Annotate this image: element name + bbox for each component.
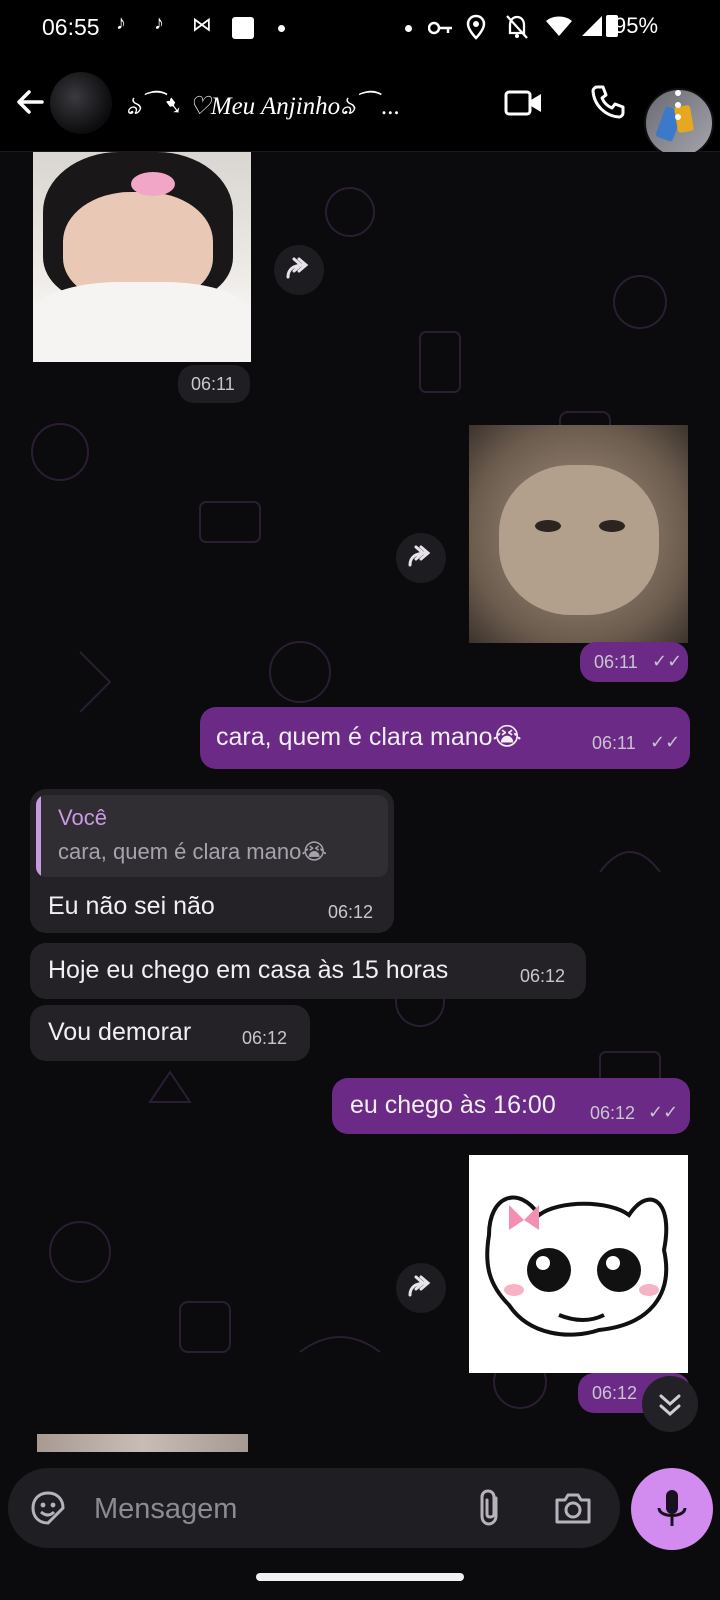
message-time: 06:11	[191, 374, 235, 394]
message-bubble-outgoing[interactable]: cara, quem é clara mano😭 06:11 ✓✓	[200, 707, 690, 769]
message-time: 06:11	[594, 652, 638, 672]
read-receipt-icon: ✓✓	[648, 1102, 679, 1122]
quote-text: cara, quem é clara mano😭	[58, 839, 328, 864]
forward-button[interactable]	[396, 1263, 446, 1313]
message-meta: 06:11 ✓✓	[580, 642, 688, 682]
camera-icon[interactable]	[553, 1490, 593, 1526]
chat-header: ঌ⁀➷ ♡Meu Anjinhoঌ⁀ ...	[0, 56, 720, 158]
message-image-incoming[interactable]	[33, 152, 251, 362]
message-meta: 06:11	[178, 365, 250, 403]
message-time: 06:12	[592, 1383, 638, 1403]
quoted-message[interactable]: Você cara, quem é clara mano😭	[36, 795, 388, 877]
voice-message-button[interactable]	[631, 1468, 713, 1550]
message-input[interactable]	[92, 1486, 456, 1532]
attach-icon[interactable]	[476, 1488, 506, 1528]
status-time: 06:55	[42, 14, 100, 40]
microphone-icon	[657, 1490, 687, 1526]
message-bubble-incoming[interactable]: Vou demorar 06:12	[30, 1005, 310, 1061]
forward-icon	[408, 545, 431, 567]
wifi-icon	[546, 16, 572, 36]
message-bubble-outgoing[interactable]: eu chego às 16:00 06:12 ✓✓	[332, 1078, 690, 1134]
message-time: 06:12	[328, 902, 374, 922]
message-text: Hoje eu chego em casa às 15 horas	[48, 956, 449, 984]
contact-avatar[interactable]	[50, 72, 112, 134]
forward-icon	[408, 1275, 431, 1297]
video-call-icon[interactable]	[504, 86, 544, 120]
message-time: 06:12	[590, 1103, 636, 1123]
read-receipt-icon: ✓✓	[650, 732, 681, 752]
read-receipt-icon: ✓✓	[652, 651, 683, 671]
dot-icon	[278, 25, 285, 32]
signal-icon	[582, 16, 602, 36]
capcut-icon: ⋈	[192, 14, 212, 36]
battery-percent: 95%	[614, 13, 659, 38]
message-time: 06:12	[242, 1028, 288, 1048]
dot-icon	[405, 25, 412, 32]
location-icon	[466, 14, 486, 40]
status-bar: 06:55 ♪ ♪ ⋈ 95%	[0, 0, 720, 56]
message-image-outgoing[interactable]	[469, 1155, 688, 1373]
more-vert-icon[interactable]	[675, 90, 681, 120]
contact-name[interactable]: ঌ⁀➷ ♡Meu Anjinhoঌ⁀ ...	[126, 86, 466, 129]
quote-author: Você	[58, 805, 107, 830]
message-time: 06:12	[520, 966, 566, 986]
scroll-to-bottom-button[interactable]	[642, 1376, 698, 1432]
forward-button[interactable]	[274, 245, 324, 295]
message-text: Eu não sei não	[48, 892, 215, 920]
bell-off-icon	[506, 15, 528, 39]
message-bubble-incoming[interactable]: Você cara, quem é clara mano😭 Eu não sei…	[30, 789, 394, 933]
redacted-block	[37, 1434, 248, 1452]
tiktok-icon: ♪	[154, 12, 164, 34]
message-image-outgoing[interactable]	[469, 425, 688, 643]
forward-button[interactable]	[396, 533, 446, 583]
message-time: 06:11	[592, 733, 636, 753]
message-bubble-incoming[interactable]: Hoje eu chego em casa às 15 horas 06:12	[30, 943, 586, 999]
gesture-navigation-bar[interactable]	[256, 1573, 464, 1581]
message-text: eu chego às 16:00	[350, 1091, 556, 1119]
tiktok-icon: ♪	[116, 12, 126, 34]
key-icon	[428, 21, 452, 35]
emoji-sticker-icon[interactable]	[30, 1490, 66, 1526]
message-composer	[8, 1468, 620, 1548]
phone-icon[interactable]	[588, 82, 628, 122]
square-icon	[232, 17, 254, 39]
back-arrow-icon[interactable]	[12, 84, 48, 120]
message-text: Vou demorar	[48, 1018, 192, 1046]
chat-area[interactable]: 06:11 06:11 ✓✓ cara, quem é clara mano😭 …	[0, 152, 720, 1452]
forward-icon	[286, 257, 309, 279]
double-chevron-down-icon	[659, 1394, 681, 1417]
message-text: cara, quem é clara mano😭	[216, 723, 522, 751]
sticker-image	[485, 1195, 669, 1337]
